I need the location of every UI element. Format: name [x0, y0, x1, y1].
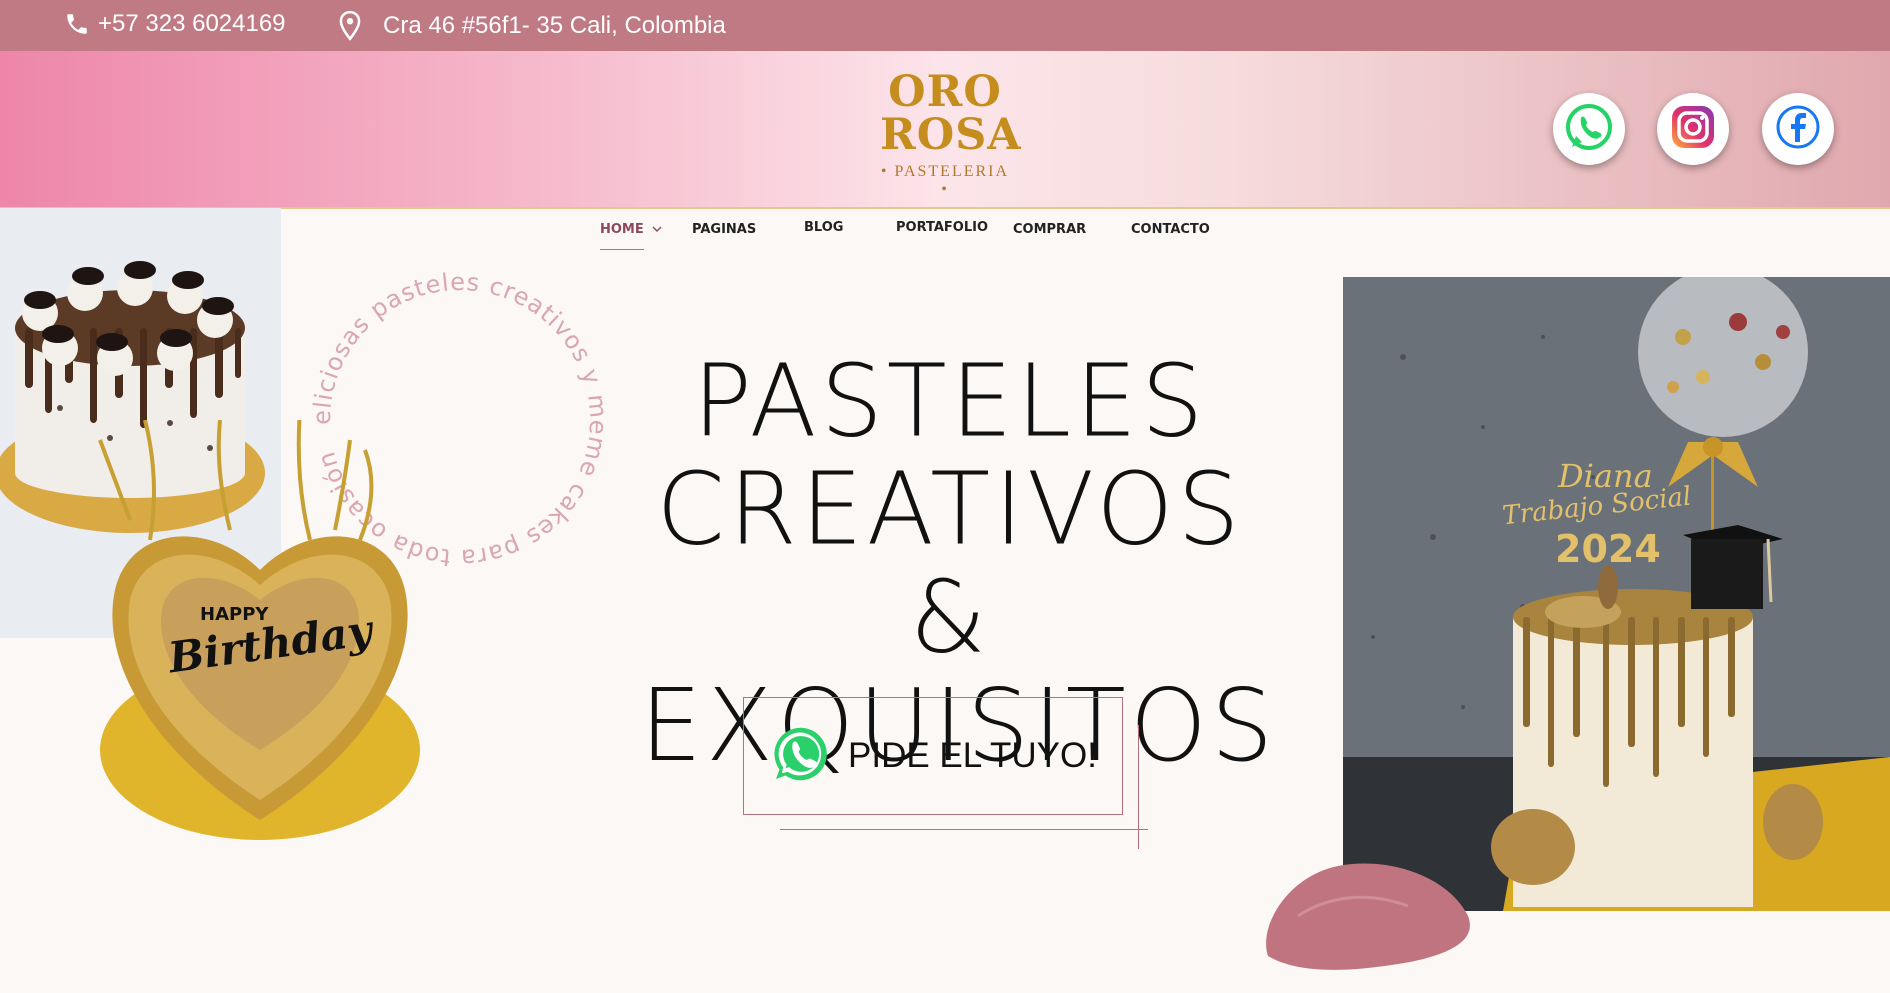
decorative-pink-stone — [1258, 856, 1478, 981]
phone-contact[interactable]: +57 323 6024169 — [64, 10, 286, 38]
nav-comprar[interactable]: COMPRAR — [1013, 222, 1086, 237]
whatsapp-icon — [770, 723, 832, 790]
nav-home-label: HOME — [600, 222, 644, 250]
cta-decorative-line — [780, 829, 1148, 830]
topper-year: 2024 — [1555, 527, 1661, 571]
nav-contacto[interactable]: CONTACTO — [1131, 222, 1210, 237]
address-contact[interactable]: Cra 46 #56f1- 35 Cali, Colombia — [337, 10, 726, 42]
instagram-icon — [1668, 102, 1718, 157]
brand-logo[interactable]: ORO ROSA • PASTELERIA • — [880, 67, 1022, 199]
logo-line-2: ROSA — [880, 110, 1022, 160]
order-cta-label: PIDE EL TUYO! — [848, 736, 1097, 775]
logo-line-3: • PASTELERIA • — [880, 163, 1010, 198]
nav-blog[interactable]: BLOG — [804, 220, 843, 235]
whatsapp-icon — [1563, 101, 1615, 158]
birthday-heart-cake-image: HAPPY Birthday — [90, 409, 450, 860]
cta-decorative-line-vertical — [1138, 725, 1139, 849]
address-text: Cra 46 #56f1- 35 Cali, Colombia — [383, 12, 726, 39]
nav-paginas[interactable]: PAGINAS — [692, 222, 756, 237]
top-contact-bar: +57 323 6024169 Cra 46 #56f1- 35 Cali, C… — [0, 0, 1890, 51]
graduation-cake-photo: Diana Trabajo Social 2024 — [1343, 277, 1890, 911]
site-header: ORO ROSA • PASTELERIA • — [0, 51, 1890, 209]
facebook-social-button[interactable] — [1762, 93, 1834, 165]
phone-icon — [64, 11, 90, 37]
nav-home[interactable]: HOME — [600, 222, 662, 250]
phone-number: +57 323 6024169 — [98, 10, 286, 37]
instagram-social-button[interactable] — [1657, 93, 1729, 165]
order-cta-button[interactable]: PIDE EL TUYO! — [743, 697, 1123, 815]
facebook-icon — [1773, 102, 1823, 157]
logo-line-1: ORO — [888, 67, 1002, 117]
nav-portafolio[interactable]: PORTAFOLIO — [896, 220, 988, 235]
hero-title-line-1: PASTELES — [692, 343, 1208, 460]
hero-title-line-2: CREATIVOS & — [656, 451, 1244, 677]
location-pin-icon — [337, 10, 363, 42]
whatsapp-social-button[interactable] — [1553, 93, 1625, 165]
chevron-down-icon — [652, 222, 662, 237]
